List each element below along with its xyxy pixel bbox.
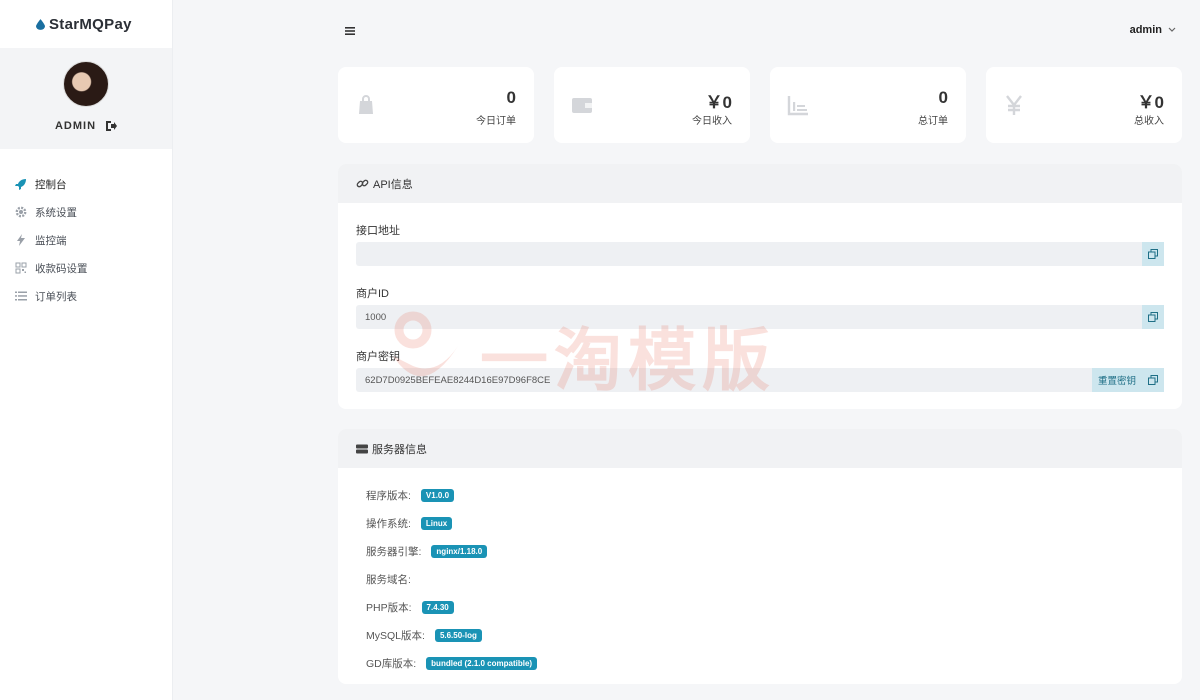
menu-toggle-icon[interactable] — [345, 26, 355, 36]
copy-icon — [1148, 312, 1158, 322]
info-badge: V1.0.0 — [420, 489, 455, 502]
logout-icon[interactable] — [105, 120, 118, 132]
sidebar-item-settings[interactable]: 系统设置 — [0, 198, 172, 226]
wallet-icon — [572, 98, 592, 113]
merchant-secret-value: 62D7D0925BEFEAE8244D16E97D96F8CE — [365, 374, 551, 386]
info-badge: bundled (2.1.0 compatible) — [426, 657, 538, 670]
server-row-gd: GD库版本: bundled (2.1.0 compatible) — [366, 656, 538, 671]
reset-secret-button[interactable]: 重置密钥 — [1091, 368, 1142, 392]
merchant-secret-field[interactable]: 62D7D0925BEFEAE8244D16E97D96F8CE 重置密钥 — [356, 368, 1164, 392]
server-row-os: 操作系统: Linux — [366, 516, 453, 531]
info-label: 程序版本: — [366, 490, 411, 502]
chevron-down-icon — [1168, 27, 1176, 32]
sidebar-item-label: 订单列表 — [35, 290, 77, 303]
server-info-card: 服务器信息 程序版本: V1.0.0 操作系统: Linux 服务器引擎: nginx… — [338, 429, 1182, 684]
user-menu[interactable]: admin — [1130, 24, 1176, 36]
stat-card-total-income: ￥0 总收入 — [986, 67, 1182, 143]
link-icon — [356, 179, 369, 188]
info-label: PHP版本: — [366, 602, 412, 614]
copy-url-button[interactable] — [1142, 242, 1164, 266]
server-row-engine: 服务器引擎: nginx/1.18.0 — [366, 544, 488, 559]
api-info-card: API信息 接口地址 商户ID 1000 商户密钥 62D7D0925BEFEA… — [338, 164, 1182, 409]
info-label: MySQL版本: — [366, 630, 425, 642]
api-url-label: 接口地址 — [356, 225, 400, 237]
server-row-php: PHP版本: 7.4.30 — [366, 600, 454, 615]
user-menu-name: admin — [1129, 24, 1162, 36]
bag-icon — [359, 95, 373, 114]
yen-icon — [1006, 95, 1022, 115]
sidebar-item-qrcode[interactable]: 收款码设置 — [0, 254, 172, 282]
merchant-id-field[interactable]: 1000 — [356, 305, 1164, 329]
server-info-header: 服务器信息 — [338, 429, 1182, 468]
profile-name: ADMIN — [54, 120, 97, 132]
copy-icon — [1148, 249, 1158, 259]
chart-icon — [787, 96, 808, 116]
server-icon — [356, 444, 368, 453]
info-label: 服务器引擎: — [366, 546, 422, 558]
profile-panel: ADMIN — [0, 48, 172, 149]
info-label: 服务域名: — [366, 574, 411, 586]
stat-value: ￥0 — [705, 93, 732, 112]
server-row-mysql: MySQL版本: 5.6.50-log — [366, 628, 482, 643]
sidebar-item-label: 收款码设置 — [35, 262, 88, 275]
stat-label: 总收入 — [1134, 116, 1164, 127]
rocket-icon — [15, 178, 27, 190]
brand-logo[interactable]: StarMQPay — [0, 0, 172, 48]
info-badge: 5.6.50-log — [434, 629, 482, 642]
server-info-title: 服务器信息 — [372, 443, 427, 456]
sidebar-item-label: 监控端 — [35, 234, 67, 247]
server-row-domain: 服务域名: — [366, 572, 421, 587]
merchant-id-label: 商户ID — [356, 288, 389, 300]
server-row-version: 程序版本: V1.0.0 — [366, 488, 455, 503]
api-info-header: API信息 — [338, 164, 1182, 203]
copy-secret-button[interactable] — [1142, 368, 1164, 392]
info-label: 操作系统: — [366, 518, 411, 530]
stat-label: 今日收入 — [692, 116, 732, 127]
stat-card-today-income: ￥0 今日收入 — [554, 67, 750, 143]
stat-card-today-orders: 0 今日订单 — [338, 67, 534, 143]
stat-value: ￥0 — [1137, 93, 1164, 112]
sidebar-item-label: 系统设置 — [35, 206, 77, 219]
info-badge: 7.4.30 — [421, 601, 454, 614]
info-badge: nginx/1.18.0 — [431, 545, 488, 558]
api-url-field[interactable] — [356, 242, 1164, 266]
list-icon — [15, 290, 27, 302]
merchant-id-value: 1000 — [365, 311, 387, 323]
sidebar-item-label: 控制台 — [35, 178, 67, 191]
sidebar-item-orders[interactable]: 订单列表 — [0, 282, 172, 310]
info-label: GD库版本: — [366, 658, 417, 670]
copy-merchant-id-button[interactable] — [1142, 305, 1164, 329]
bolt-icon — [15, 234, 27, 246]
stat-card-total-orders: 0 总订单 — [770, 67, 966, 143]
api-info-title: API信息 — [373, 178, 413, 191]
merchant-secret-label: 商户密钥 — [356, 351, 400, 363]
avatar[interactable] — [63, 61, 109, 107]
copy-icon — [1148, 375, 1158, 385]
stat-label: 今日订单 — [476, 116, 516, 127]
sidebar-item-dashboard[interactable]: 控制台 — [0, 170, 172, 198]
stat-label: 总订单 — [918, 116, 948, 127]
stat-value: 0 — [938, 88, 948, 107]
sidebar-item-monitor[interactable]: 监控端 — [0, 226, 172, 254]
gear-icon — [15, 206, 27, 218]
sidebar-nav: 控制台 系统设置 监控端 收款码设置 订单列表 — [0, 170, 172, 310]
sidebar: StarMQPay ADMIN 控制台 系统设置 监控端 收款码设置 订单列表 — [0, 0, 173, 700]
info-badge: Linux — [420, 517, 453, 530]
drop-icon — [36, 18, 45, 30]
brand-name: StarMQPay — [49, 15, 132, 33]
grid-icon — [15, 262, 27, 274]
stat-value: 0 — [506, 88, 516, 107]
